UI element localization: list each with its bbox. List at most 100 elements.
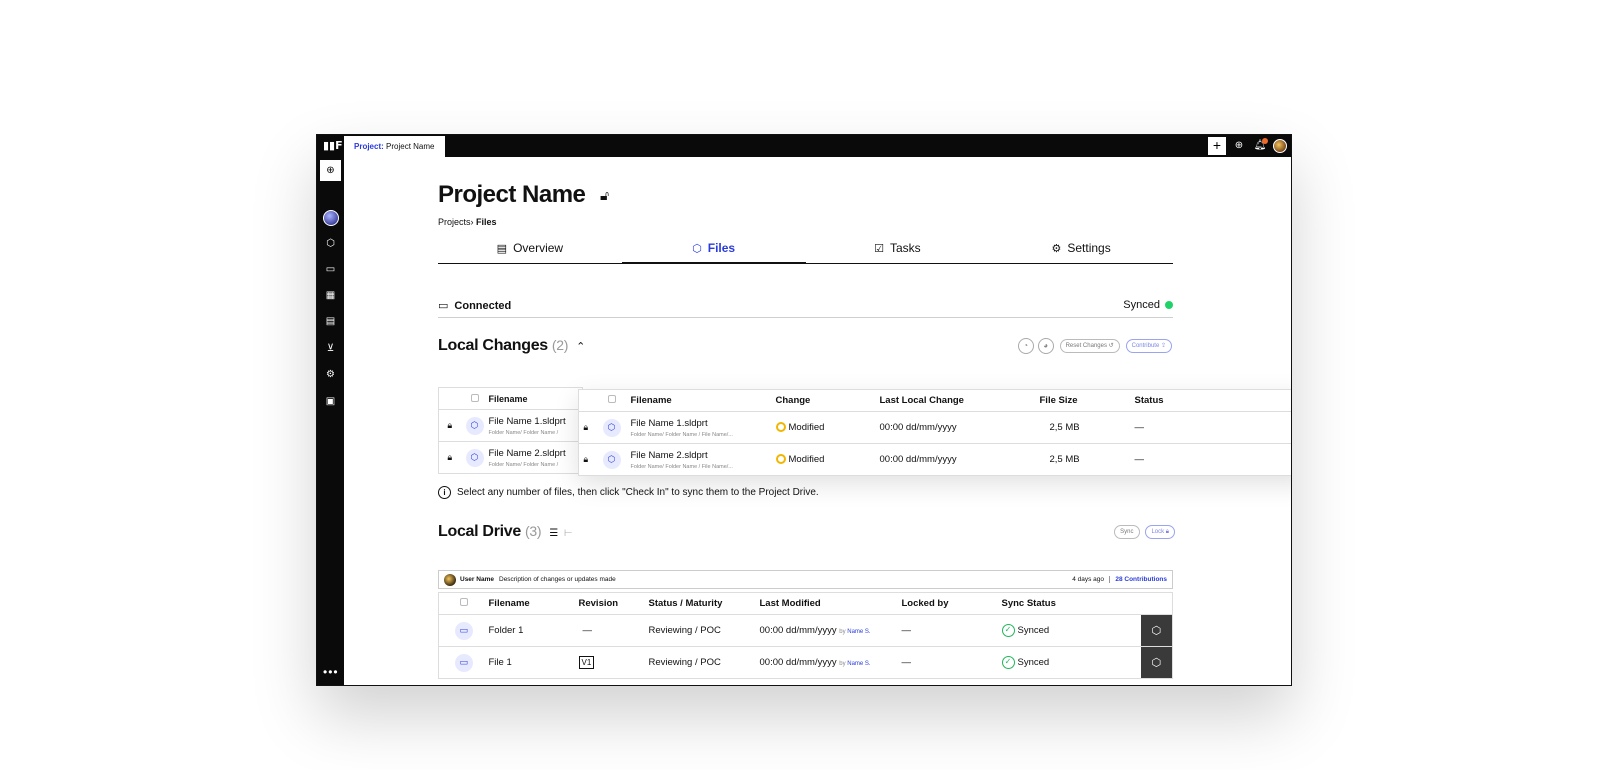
project-tab-key: Project: [354, 142, 384, 151]
commit-description: Description of changes or updates made [499, 576, 616, 583]
column-header-last-local-change: Last Local Change [879, 395, 964, 406]
open-3d-button[interactable]: ⬡ [1140, 646, 1173, 679]
lock-label: Lock [1151, 529, 1165, 535]
lock-icon[interactable]: 🔓︎ [600, 187, 609, 204]
cube-icon: ⬡ [602, 418, 621, 437]
sidebar-cube-icon[interactable]: ⬡ [320, 233, 341, 254]
file-name: File Name 1.sldprt [488, 415, 566, 427]
list-view-icon[interactable]: ☰ [549, 528, 558, 539]
select-all-checkbox[interactable] [593, 390, 631, 412]
sidebar-chat-icon[interactable]: ▣ [320, 391, 341, 412]
tab-tasks[interactable]: ☑ Tasks [806, 234, 990, 263]
sync-status: Synced [1017, 657, 1050, 669]
sidebar-folder-icon[interactable]: ▭ [320, 259, 341, 280]
sync-label: Synced [1123, 299, 1160, 311]
revision: — [578, 614, 649, 647]
globe-icon[interactable]: ⊕ [1231, 138, 1247, 154]
select-all-checkbox[interactable] [461, 388, 489, 410]
column-header-last-modified: Last Modified [759, 598, 821, 609]
column-header-locked-by: Locked by [901, 598, 949, 609]
change-type: Modified [788, 422, 825, 433]
local-changes-table-back: Filename 🔒︎ ⬡ File Name 1.sldprt Folder N… [438, 387, 583, 474]
file-path: Folder Name/ Folder Name / File Name/... [630, 431, 733, 438]
reset-label: Reset Changes [1065, 343, 1107, 349]
sidebar-avatar[interactable] [323, 210, 339, 226]
project-tab-name: Project Name [386, 142, 435, 151]
sidebar-gear-icon[interactable]: ⚙ [320, 364, 341, 385]
sync-button[interactable]: Sync [1114, 525, 1140, 539]
top-bar-actions: + ⊕ 🔔︎ [1208, 137, 1287, 155]
local-drive-table: Filename Revision Status / Maturity Last… [438, 592, 1173, 679]
tab-bar: ▤ Overview ⬡ Files ☑ Tasks ⚙ Settings [438, 234, 1173, 264]
lock-button[interactable]: Lock 🔒︎ [1145, 525, 1175, 539]
tab-overview[interactable]: ▤ Overview [438, 234, 622, 263]
status-maturity: Reviewing / POC [648, 646, 760, 679]
unlock-icon[interactable]: ◔ [1017, 338, 1034, 354]
lock-icon[interactable]: 🔒︎ [447, 453, 452, 463]
collapse-chevron-icon[interactable]: ⌃ [576, 341, 585, 353]
connection-status: ▭ Connected [438, 299, 511, 312]
column-header-filename: Filename [488, 393, 528, 404]
tab-files[interactable]: ⬡ Files [621, 234, 806, 264]
table-row[interactable]: ▭ File 1 V1 Reviewing / POC 00:00 dd/mm/… [438, 646, 1173, 679]
modified-by-link[interactable]: Name S. [847, 661, 870, 667]
status: — [1134, 411, 1291, 444]
lock-icon[interactable]: 🔒︎ [447, 421, 452, 431]
modified-by-link[interactable]: Name S. [847, 629, 870, 635]
check-circle-icon: ✓ [1001, 656, 1015, 669]
file-path: Folder Name/ Folder Name / [488, 429, 559, 436]
column-header-change: Change [775, 395, 811, 406]
sidebar: ⊕ ⬡ ▭ ▦ ▤ ⊻ ⚙ ▣ ••• [317, 157, 344, 685]
local-changes-table-popover: Filename Change Last Local Change File S… [578, 389, 1291, 476]
reset-changes-button[interactable]: Reset Changes ↺ [1059, 339, 1120, 353]
sidebar-cart-icon[interactable]: ⊻ [320, 338, 341, 359]
lock-icon[interactable]: 🔒︎ [583, 423, 588, 433]
file-path: Folder Name/ Folder Name / [488, 461, 559, 468]
file-name: File 1 [488, 646, 579, 679]
select-all-checkbox[interactable] [439, 593, 489, 615]
app-logo-icon[interactable]: ▮▮F [323, 139, 343, 153]
cube-icon: ⬡ [602, 450, 621, 469]
check-in-hint: i Select any number of files, then click … [438, 486, 819, 499]
table-row[interactable]: 🔒︎ ⬡ File Name 1.sldprt Folder Name/ Fold… [578, 411, 1291, 444]
hint-text: Select any number of files, then click "… [457, 487, 819, 498]
tree-view-icon[interactable]: ⊢ [564, 528, 573, 539]
sidebar-globe-icon[interactable]: ⊕ [320, 160, 341, 181]
column-header-sync-status: Sync Status [1001, 598, 1056, 609]
cube-icon: ⬡ [465, 448, 484, 467]
last-modified: 00:00 dd/mm/yyyy [759, 625, 837, 636]
tab-settings[interactable]: ⚙ Settings [989, 234, 1173, 263]
add-button[interactable]: + [1208, 137, 1226, 155]
local-drive-heading: Local Drive (3) ☰ ⊢ [438, 523, 573, 541]
tab-label: Settings [1067, 241, 1111, 255]
commit-user-name[interactable]: User Name [460, 576, 494, 583]
folder-icon: ▭ [454, 621, 473, 640]
layout-icon: ▤ [496, 242, 508, 255]
lock-icon[interactable]: ◕ [1037, 338, 1054, 354]
top-bar: ▮▮F Project: Project Name + ⊕ 🔔︎ [317, 135, 1291, 157]
locked-by: — [901, 646, 1002, 679]
table-row[interactable]: 🔒︎ ⬡ File Name 2.sldprt Folder Name/ Fold… [438, 441, 583, 474]
sync-dot-icon [1165, 301, 1173, 310]
breadcrumb-projects[interactable]: Projects [438, 217, 471, 227]
local-changes-count: (2) [551, 337, 569, 353]
sidebar-building-icon[interactable]: ▦ [320, 285, 341, 306]
table-row[interactable]: ▭ Folder 1 — Reviewing / POC 00:00 dd/mm… [438, 614, 1173, 647]
table-row[interactable]: 🔒︎ ⬡ File Name 2.sldprt Folder Name/ Fold… [578, 443, 1291, 476]
lock-icon[interactable]: 🔒︎ [583, 455, 588, 465]
contributions-link[interactable]: 28 Contributions [1109, 576, 1167, 583]
folder-check-icon: ▭ [438, 299, 449, 312]
open-3d-button[interactable]: ⬡ [1140, 614, 1173, 647]
contribute-button[interactable]: Contribute ⇪ [1125, 339, 1172, 353]
status: — [1134, 443, 1291, 476]
project-tab[interactable]: Project: Project Name [344, 136, 445, 157]
sidebar-document-icon[interactable]: ▤ [320, 311, 341, 332]
last-local-change: 00:00 dd/mm/yyyy [879, 443, 1040, 476]
sidebar-more-icon[interactable]: ••• [323, 665, 339, 679]
table-row[interactable]: 🔒︎ ⬡ File Name 1.sldprt Folder Name/ Fold… [438, 409, 583, 442]
page-title: Project Name [438, 181, 586, 208]
user-avatar[interactable] [1273, 139, 1287, 153]
info-icon: i [438, 486, 451, 499]
bell-icon[interactable]: 🔔︎ [1252, 138, 1268, 154]
breadcrumb-current: Files [476, 217, 497, 227]
